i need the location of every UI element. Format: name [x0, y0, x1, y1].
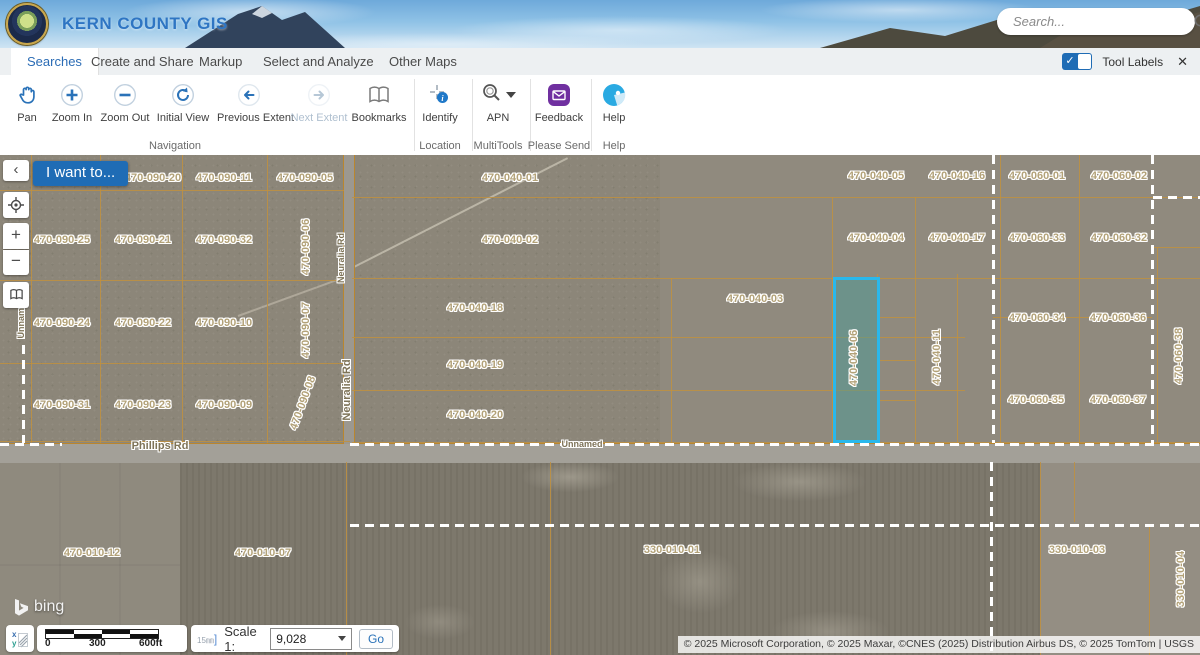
scale-input-icon: 15㎜]: [197, 632, 217, 646]
scale-widget: 15㎜] Scale 1: 9,028 Go: [191, 625, 399, 652]
parcel-label: 470-040-02: [482, 234, 538, 246]
scale-bar: 0 300 600ft: [37, 625, 187, 652]
parcel-label: 470-040-19: [447, 359, 503, 371]
parcel-label: 470-090-10: [196, 317, 252, 329]
parcel-label: 470-060-38: [1173, 328, 1185, 384]
app-title: KERN COUNTY GIS: [62, 14, 228, 34]
parcel-label: 470-090-06: [300, 219, 312, 275]
xy-coordinates-button[interactable]: x y: [6, 625, 34, 652]
parcel-label: 470-040-20: [447, 409, 503, 421]
map-canvas[interactable]: 470-090-20 470-090-11 470-090-05 470-040-01…: [0, 155, 1200, 655]
search-box: [997, 8, 1195, 35]
map-zoom-in-button[interactable]: +: [3, 223, 29, 249]
parcel-label: 470-060-32: [1091, 232, 1147, 244]
parcel-label: 470-040-01: [482, 172, 538, 184]
parcel-label: 470-040-05: [848, 170, 904, 182]
map-bookmarks-button[interactable]: [3, 282, 29, 308]
road-label: Unnamed: [561, 439, 602, 449]
parcel-label: 470-060-02: [1091, 170, 1147, 182]
tab-select-and-analyze[interactable]: Select and Analyze: [247, 48, 390, 75]
close-icon[interactable]: ✕: [1173, 54, 1192, 70]
parcel-label: 470-040-17: [929, 232, 985, 244]
road-label: Phillips Rd: [132, 440, 189, 452]
parcel-label: 470-060-33: [1009, 232, 1065, 244]
parcel-label: 470-090-24: [34, 317, 90, 329]
bookmarks-icon: [347, 81, 411, 109]
parcel-label: 330-010-01: [644, 544, 700, 556]
parcel-label: 470-060-37: [1090, 394, 1146, 406]
map-attribution: © 2025 Microsoft Corporation, © 2025 Max…: [678, 636, 1200, 653]
app-header: KERN COUNTY GIS: [0, 0, 1200, 48]
parcel-label: 470-090-32: [196, 234, 252, 246]
parcel-label: 470-040-06: [848, 330, 860, 386]
parcel-label: 470-010-07: [235, 547, 291, 559]
parcel-label: 470-090-21: [115, 234, 171, 246]
svg-text:y: y: [12, 639, 17, 648]
map-zoom-out-button[interactable]: −: [3, 250, 29, 275]
help-group: Help: [582, 75, 646, 155]
ribbon-tab-bar: Searches Create and Share Markup Select …: [0, 48, 1200, 76]
bookmarks-button[interactable]: Bookmarks: [347, 81, 411, 124]
location-group: Location: [408, 75, 472, 155]
parcel-label: 330-010-04: [1175, 551, 1187, 607]
parcel-label: 470-090-07: [300, 302, 312, 358]
search-icon[interactable]: [1193, 9, 1200, 35]
toggle-check-icon: ✓: [1065, 54, 1074, 67]
locate-icon: [8, 197, 24, 213]
parcel-label: 470-090-31: [34, 399, 90, 411]
scale-label: Scale 1:: [224, 624, 263, 654]
road-label: Neuralia Rd: [341, 359, 353, 420]
scale-tick: 600ft: [139, 638, 162, 649]
bing-logo: bing: [14, 598, 64, 616]
parcel-label: 470-090-20: [125, 172, 181, 184]
collapse-panel-button[interactable]: ‹: [3, 160, 29, 181]
parcel-label: 470-040-04: [848, 232, 904, 244]
toolbar-ribbon: Pan Zoom In Zoom Out Initial View Previo…: [0, 75, 1200, 156]
tab-other-maps[interactable]: Other Maps: [373, 48, 473, 75]
i-want-to-button[interactable]: I want to...: [33, 161, 128, 186]
parcel-label: 470-090-05: [277, 172, 333, 184]
book-icon: [8, 287, 25, 302]
chevron-down-icon: [338, 636, 346, 641]
my-location-button[interactable]: [3, 192, 29, 218]
kern-county-gis-app: KERN COUNTY GIS Searches Create and Shar…: [0, 0, 1200, 655]
kern-county-seal-logo: [6, 3, 48, 45]
parcel-label: 470-040-11: [931, 329, 943, 385]
navigation-group: Navigation: [0, 75, 350, 155]
tool-labels-label: Tool Labels: [1102, 55, 1163, 69]
search-input[interactable]: [1011, 13, 1193, 30]
scale-value: 9,028: [276, 632, 306, 646]
parcel-label: 470-090-09: [196, 399, 252, 411]
road-label: Neuralia Rd: [336, 233, 346, 283]
scale-select[interactable]: 9,028: [270, 628, 352, 650]
bing-icon: [14, 599, 28, 616]
parcel-label: 470-060-34: [1009, 312, 1065, 324]
parcel-label: 470-040-18: [447, 302, 503, 314]
parcel-label: 470-040-03: [727, 293, 783, 305]
scale-tick: 300: [89, 638, 106, 649]
parcel-label: 470-060-35: [1008, 394, 1064, 406]
parcel-label: 470-090-23: [115, 399, 171, 411]
scale-tick: 0: [45, 638, 51, 649]
parcel-label: 470-090-22: [115, 317, 171, 329]
parcel-label: 470-090-25: [34, 234, 90, 246]
parcel-label: 470-090-11: [196, 172, 252, 184]
xy-coordinates-icon: x y: [11, 629, 29, 648]
tool-labels-toggle[interactable]: ✓: [1062, 53, 1092, 70]
parcel-label: 470-040-16: [929, 170, 985, 182]
parcel-label: 470-010-12: [64, 547, 120, 559]
svg-text:x: x: [12, 630, 17, 639]
parcel-label: 330-010-03: [1049, 544, 1105, 556]
toggle-knob: [1078, 54, 1091, 69]
multitools-group: MultiTools: [466, 75, 530, 155]
go-button[interactable]: Go: [359, 629, 393, 649]
parcel-label: 470-060-01: [1009, 170, 1065, 182]
parcel-label: 470-060-36: [1090, 312, 1146, 324]
